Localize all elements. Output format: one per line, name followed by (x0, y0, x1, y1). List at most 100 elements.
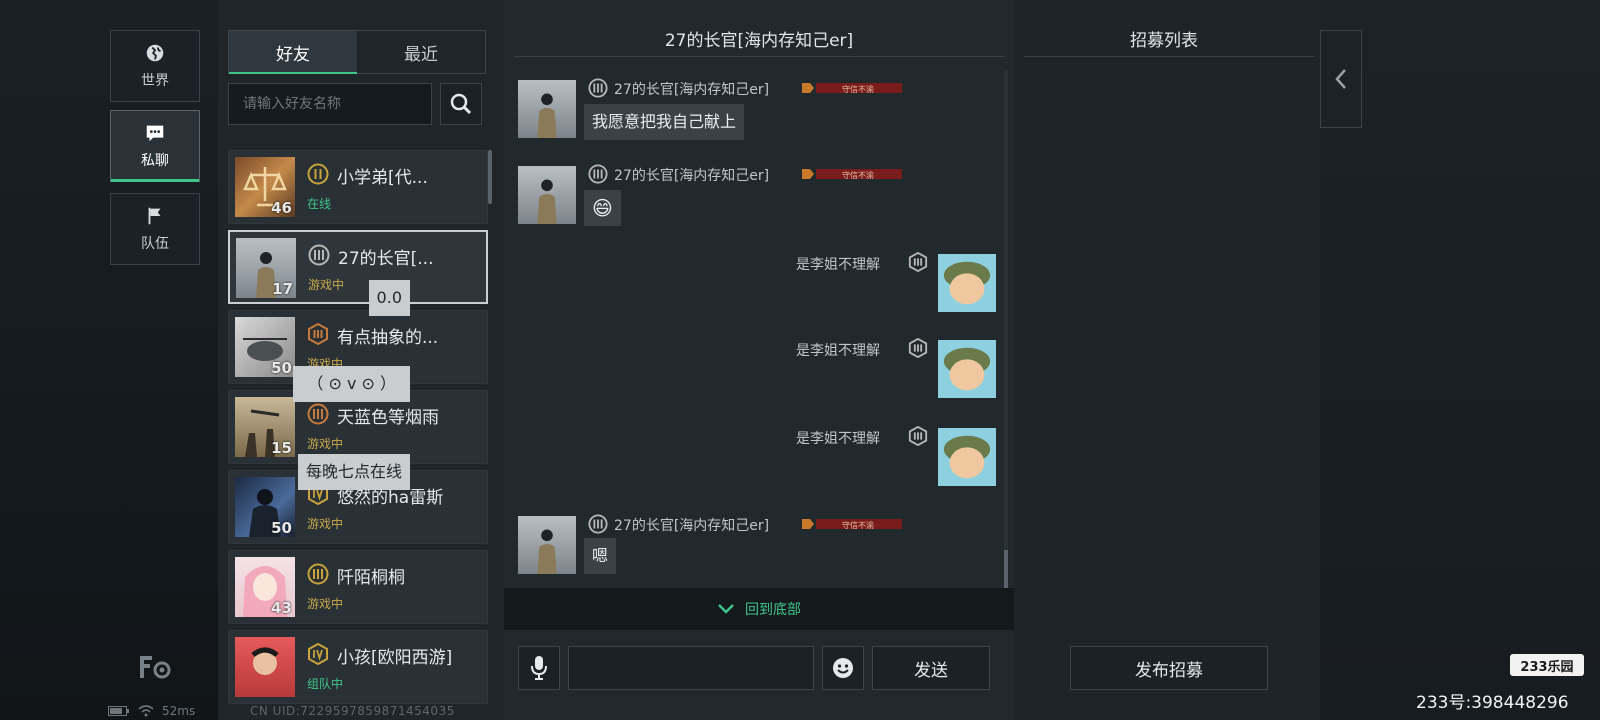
friend-name: 天蓝色等烟雨 (337, 408, 439, 428)
message-bubble[interactable]: 0.0 (368, 280, 410, 316)
my-avatar[interactable] (938, 340, 996, 398)
nav-private-chat[interactable]: 私聊 (110, 110, 200, 182)
search-button[interactable] (440, 83, 482, 125)
tab-friends[interactable]: 好友 (229, 31, 357, 74)
left-background (0, 0, 218, 720)
friend-avatar: 50 (235, 477, 295, 537)
search-icon (450, 93, 472, 115)
friend-status: 游戏中 (308, 278, 345, 292)
uid-text: CN UID:7229597859871454035 (250, 704, 455, 718)
message-bubble[interactable]: 我愿意把我自己献上 (584, 104, 745, 140)
friend-list: 46 小学弟[代... 在线 17 27的长官[... 游戏中 50 有点抽象的… (228, 150, 488, 710)
friend-level: 50 (271, 519, 292, 537)
title-badge: 守信不渝 (802, 519, 902, 530)
message-input[interactable] (568, 646, 814, 690)
divider (514, 56, 1004, 57)
soldier-cartoon-avatar-icon (943, 261, 991, 305)
watermark-text: 233号:398448296 (1416, 693, 1569, 713)
title-badge-text: 守信不渝 (842, 84, 874, 94)
globe-icon (146, 44, 164, 62)
my-avatar[interactable] (938, 428, 996, 486)
chevron-left-icon (1335, 69, 1346, 89)
nav-team-label: 队伍 (141, 236, 169, 252)
watermark-logo: 233乐园 (1510, 654, 1584, 676)
sender-name: 27的长官[海内存知己er] (614, 518, 770, 534)
sender-avatar[interactable] (518, 516, 576, 574)
title-badge-text: 守信不渝 (842, 520, 874, 530)
rank-badge-icon (588, 164, 608, 184)
status-bar: 52ms (108, 704, 195, 718)
friend-status: 组队中 (307, 677, 344, 691)
emoji-button[interactable] (822, 646, 864, 690)
title-badge-text: 守信不渝 (842, 170, 874, 180)
chat-scrollbar-thumb[interactable] (1004, 550, 1008, 590)
title-badge: 守信不渝 (802, 169, 902, 180)
friend-status: 游戏中 (307, 437, 344, 451)
friend-name: 阡陌桐桐 (337, 568, 405, 588)
friend-status: 在线 (307, 197, 332, 211)
friend-name: 有点抽象的... (337, 328, 439, 348)
voice-button[interactable] (518, 646, 560, 690)
friend-avatar: 17 (236, 238, 296, 298)
chat-panel: 27的长官[海内存知己er] 27的长官[海内存知己er] 守信不渝 我愿意把我… (293, 0, 1014, 720)
sender-name: 是李姐不理解 (796, 431, 880, 447)
nav-world[interactable]: 世界 (110, 30, 200, 102)
sender-name: 是李姐不理解 (796, 257, 880, 273)
settings-icon[interactable] (138, 654, 172, 680)
friend-item[interactable]: 46 小学弟[代... 在线 (228, 150, 488, 224)
soldier-photo-icon (537, 179, 557, 224)
back-to-bottom-label: 回到底部 (745, 602, 801, 618)
sender-name: 是李姐不理解 (796, 343, 880, 359)
nav-private-chat-label: 私聊 (141, 153, 169, 169)
nav-team[interactable]: 队伍 (110, 193, 200, 265)
recruit-panel: 招募列表 发布招募 (1014, 0, 1320, 720)
soldier-photo-icon (537, 529, 557, 574)
divider (1024, 56, 1314, 57)
message-bubble[interactable]: （ ⊙ v ⊙ ） (293, 366, 410, 402)
sender-name: 27的长官[海内存知己er] (614, 168, 770, 184)
tab-recent[interactable]: 最近 (357, 31, 485, 73)
latency-text: 52ms (162, 704, 196, 718)
friend-status: 游戏中 (307, 597, 344, 611)
battery-icon (108, 706, 129, 716)
rank-badge-icon (588, 78, 608, 98)
friend-item-selected[interactable]: 17 27的长官[... 游戏中 (228, 230, 488, 304)
friend-name: 27的长官[... (338, 249, 434, 269)
friend-name: 小学弟[代... (337, 168, 428, 188)
rank-badge-icon (908, 338, 928, 358)
soldier-photo-icon (537, 93, 557, 138)
sender-avatar[interactable] (518, 166, 576, 224)
rank-badge-icon (308, 244, 330, 266)
friend-search-input[interactable] (228, 83, 432, 125)
chevron-down-icon (718, 604, 734, 614)
rank-badge-icon (908, 426, 928, 446)
friend-avatar: 50 (235, 317, 295, 377)
collapse-panel-button[interactable] (1320, 30, 1362, 128)
my-avatar[interactable] (938, 254, 996, 312)
friend-item[interactable]: 43 阡陌桐桐 游戏中 (228, 550, 488, 624)
message-bubble[interactable]: 每晚七点在线 (297, 454, 410, 490)
chat-scrollbar[interactable] (1004, 70, 1008, 590)
friend-avatar: 43 (235, 557, 295, 617)
friend-level: 17 (272, 280, 293, 298)
friends-panel: 好友 最近 46 小学弟[代... 在线 (218, 0, 504, 720)
title-badge: 守信不渝 (802, 83, 902, 94)
friends-tabs: 好友 最近 (228, 30, 486, 74)
chat-bubble-icon (146, 125, 164, 142)
rank-badge-icon (588, 514, 608, 534)
soldier-cartoon-avatar-icon (943, 435, 991, 479)
message-bubble[interactable]: 嗯 (584, 538, 617, 574)
rank-badge-icon (308, 323, 328, 345)
message-bubble[interactable]: 😄 (584, 190, 621, 226)
friend-list-scrollbar[interactable] (488, 150, 492, 204)
friend-name: 小孩[欧阳西游] (337, 648, 453, 668)
back-to-bottom-button[interactable]: 回到底部 (504, 588, 1014, 630)
sender-avatar[interactable] (518, 80, 576, 138)
microphone-icon (531, 656, 547, 680)
publish-recruit-button[interactable]: 发布招募 (1070, 646, 1268, 690)
right-background (1320, 0, 1600, 720)
friend-status: 游戏中 (307, 517, 344, 531)
wifi-icon (138, 705, 154, 717)
send-button[interactable]: 发送 (872, 646, 990, 690)
friend-item[interactable]: 小孩[欧阳西游] 组队中 (228, 630, 488, 704)
